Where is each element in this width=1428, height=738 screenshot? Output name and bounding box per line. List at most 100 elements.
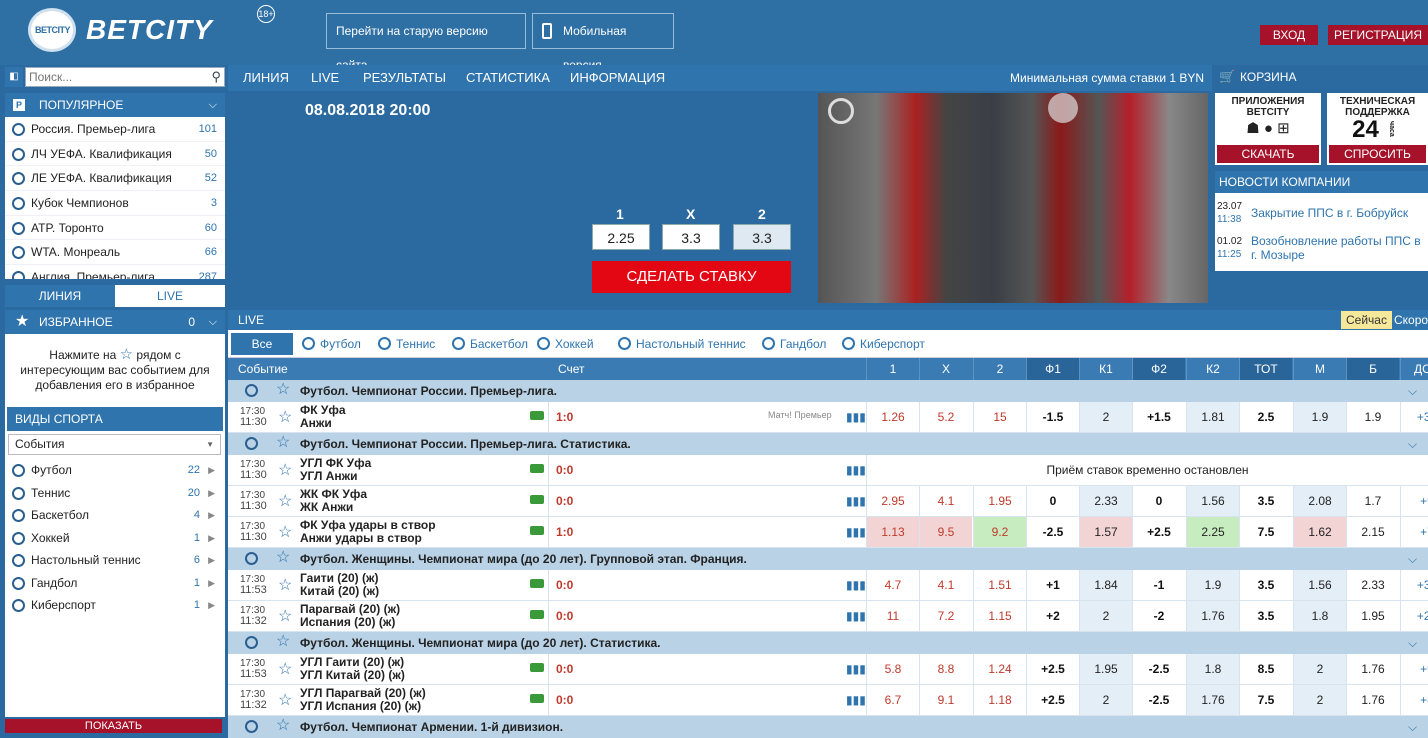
odd-cell[interactable]: -2 — [1132, 601, 1185, 631]
filter-football[interactable]: Футбол — [300, 330, 361, 358]
odd-cell[interactable]: 1.81 — [1186, 402, 1239, 432]
odd-cell[interactable]: 2.5 — [1239, 402, 1292, 432]
star-outline-icon[interactable]: ☆ — [278, 491, 292, 511]
odd-cell[interactable]: 3.5 — [1239, 486, 1292, 516]
odd-cell[interactable]: 1.8 — [1293, 601, 1346, 631]
promo-odd-2[interactable]: 3.3 — [733, 224, 791, 250]
filter-all[interactable]: Все — [231, 333, 293, 355]
odd-cell[interactable]: 8.5 — [1239, 654, 1292, 684]
odd-cell[interactable]: 9.2 — [973, 517, 1026, 547]
odd-cell[interactable]: 1.18 — [973, 685, 1026, 715]
stats-icon[interactable]: ▮▮▮ — [846, 525, 866, 539]
odd-cell[interactable]: 4.7 — [866, 570, 919, 600]
odd-cell[interactable]: +8 — [1400, 685, 1428, 715]
cart-header[interactable]: 🛒 КОРЗИНА — [1212, 65, 1428, 89]
odd-cell[interactable]: +32 — [1400, 570, 1428, 600]
star-outline-icon[interactable]: ☆ — [276, 379, 290, 401]
popular-item[interactable]: ЛЕ УЕФА. Квалификация 52 — [5, 166, 225, 192]
star-outline-icon[interactable]: ☆ — [278, 407, 292, 427]
filter-handball[interactable]: Гандбол — [760, 330, 826, 358]
odd-cell[interactable]: 2 — [1079, 685, 1132, 715]
event-row[interactable]: 17:30 11:32 ☆ УГЛ Парагвай (20) (ж) УГЛ Испа… — [228, 685, 1428, 716]
odd-cell[interactable]: 0 — [1132, 486, 1185, 516]
soon-tab[interactable]: Скоро — [1394, 310, 1428, 330]
news-link-2[interactable]: Возобновление работы ППС в г. Мозыре — [1251, 234, 1427, 262]
odd-cell[interactable]: +1.5 — [1132, 402, 1185, 432]
nav-results[interactable]: РЕЗУЛЬТАТЫ — [363, 65, 446, 91]
odd-cell[interactable]: +2.5 — [1132, 517, 1185, 547]
odd-cell[interactable]: 1.13 — [866, 517, 919, 547]
download-button[interactable]: СКАЧАТЬ — [1217, 145, 1319, 163]
odd-cell[interactable]: -2.5 — [1132, 685, 1185, 715]
nav-line[interactable]: ЛИНИЯ — [243, 65, 289, 91]
odd-cell[interactable]: 2.25 — [1186, 517, 1239, 547]
odd-cell[interactable]: 1.95 — [1346, 601, 1399, 631]
league-row[interactable]: ☆ Футбол. Чемпионат России. Премьер-лига.… — [228, 380, 1428, 402]
odd-cell[interactable]: 2.33 — [1079, 486, 1132, 516]
odd-cell[interactable]: 15 — [973, 402, 1026, 432]
odd-cell[interactable]: 1.76 — [1186, 601, 1239, 631]
odd-cell[interactable]: 1.8 — [1186, 654, 1239, 684]
odd-cell[interactable]: 7.2 — [919, 601, 972, 631]
popular-item[interactable]: Кубок Чемпионов 3 — [5, 191, 225, 216]
sport-item[interactable]: Настольный теннис 6 ▶ — [5, 549, 225, 572]
star-outline-icon[interactable]: ☆ — [276, 631, 290, 653]
stats-icon[interactable]: ▮▮▮ — [846, 494, 866, 508]
odd-cell[interactable]: 4.1 — [919, 486, 972, 516]
odd-cell[interactable]: 1.26 — [866, 402, 919, 432]
odd-cell[interactable]: +37 — [1400, 402, 1428, 432]
popular-item[interactable]: ЛЧ УЕФА. Квалификация 50 — [5, 142, 225, 167]
odd-cell[interactable]: 5.8 — [866, 654, 919, 684]
odd-cell[interactable]: 2.08 — [1293, 486, 1346, 516]
sport-item[interactable]: Футбол 22 ▶ — [5, 459, 225, 482]
odd-cell[interactable]: 7.5 — [1239, 517, 1292, 547]
event-row[interactable]: 17:30 11:30 ☆ ФК Уфа удары в створ Анжи удар… — [228, 517, 1428, 548]
popular-item[interactable]: ATP. Торонто 60 — [5, 216, 225, 241]
star-outline-icon[interactable]: ☆ — [276, 715, 290, 737]
promo-odd-x[interactable]: 3.3 — [662, 224, 720, 250]
odd-cell[interactable]: 1.57 — [1079, 517, 1132, 547]
filter-basketball[interactable]: Баскетбол — [450, 330, 528, 358]
star-outline-icon[interactable]: ☆ — [278, 460, 292, 480]
popular-item[interactable]: WTA. Монреаль 66 — [5, 240, 225, 266]
ask-button[interactable]: СПРОСИТЬ — [1329, 145, 1426, 163]
odd-cell[interactable]: 2 — [1293, 654, 1346, 684]
odd-cell[interactable]: 2.95 — [866, 486, 919, 516]
exit-icon[interactable]: ◧ — [5, 67, 23, 87]
star-outline-icon[interactable]: ☆ — [276, 547, 290, 569]
odd-cell[interactable]: -2.5 — [1132, 654, 1185, 684]
sport-item[interactable]: Киберспорт 1 ▶ — [5, 594, 225, 617]
nav-statistics[interactable]: СТАТИСТИКА — [466, 65, 550, 91]
odd-cell[interactable]: -1.5 — [1026, 402, 1079, 432]
odd-cell[interactable]: 6.7 — [866, 685, 919, 715]
odd-cell[interactable]: 1.84 — [1079, 570, 1132, 600]
odd-cell[interactable]: 1.51 — [973, 570, 1026, 600]
logo-text[interactable]: BETCITY — [86, 14, 213, 46]
odd-cell[interactable]: 1.9 — [1293, 402, 1346, 432]
logo-ball-icon[interactable]: BETCITY — [28, 8, 76, 52]
old-site-button[interactable]: Перейти на старую версию сайта — [326, 13, 526, 72]
odd-cell[interactable]: +2.5 — [1026, 685, 1079, 715]
odd-cell[interactable]: 7.5 — [1239, 685, 1292, 715]
filter-table-tennis[interactable]: Настольный теннис — [616, 330, 746, 358]
odd-cell[interactable]: 3.5 — [1239, 570, 1292, 600]
popular-item[interactable]: Россия. Премьер-лига 101 — [5, 117, 225, 142]
odd-cell[interactable]: 2 — [1293, 685, 1346, 715]
stats-icon[interactable]: ▮▮▮ — [846, 693, 866, 707]
filter-hockey[interactable]: Хоккей — [535, 330, 594, 358]
odd-cell[interactable]: 1.56 — [1293, 570, 1346, 600]
tab-live[interactable]: LIVE — [115, 285, 225, 307]
star-outline-icon[interactable]: ☆ — [276, 432, 290, 454]
odd-cell[interactable]: 9.5 — [919, 517, 972, 547]
event-row[interactable]: 17:30 11:53 ☆ Гаити (20) (ж) Китай (20) (ж) 0… — [228, 570, 1428, 601]
tab-line[interactable]: ЛИНИЯ — [5, 285, 115, 307]
chevron-down-icon[interactable]: ⌵ — [209, 93, 217, 117]
odd-cell[interactable]: 1.76 — [1346, 685, 1399, 715]
event-row[interactable]: 17:30 11:30 ☆ УГЛ ФК Уфа УГЛ Анжи 0:0 ▮▮▮ Приём… — [228, 455, 1428, 486]
odd-cell[interactable]: 1.9 — [1346, 402, 1399, 432]
odd-cell[interactable]: 4.1 — [919, 570, 972, 600]
odd-cell[interactable]: 2 — [1079, 601, 1132, 631]
chevron-down-icon[interactable]: ⌵ — [209, 310, 217, 334]
sport-item[interactable]: Гандбол 1 ▶ — [5, 572, 225, 595]
league-row[interactable]: ☆ Футбол. Женщины. Чемпионат мира (до 20 … — [228, 548, 1428, 570]
